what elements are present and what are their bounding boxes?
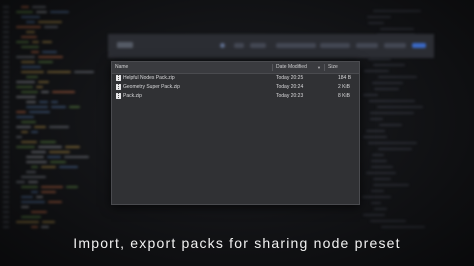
- file-name: Pack.zip: [123, 93, 142, 99]
- nav-forward-button[interactable]: [234, 43, 244, 48]
- path-segment[interactable]: [320, 43, 350, 48]
- file-list-panel: Name Date Modified ▼ Size Helpful Nodes …: [111, 61, 360, 205]
- path-segment[interactable]: [356, 43, 378, 48]
- window-title-placeholder: [117, 42, 133, 48]
- file-date: Today 20:24: [276, 84, 304, 90]
- sort-descending-icon: ▼: [317, 65, 321, 70]
- zip-file-icon: [116, 93, 121, 99]
- column-name-header[interactable]: Name: [115, 62, 128, 73]
- view-toggle[interactable]: [384, 43, 406, 48]
- file-size: 8 KiB: [338, 93, 350, 99]
- file-size: 184 B: [338, 75, 352, 81]
- file-date: Today 20:23: [276, 93, 304, 99]
- file-date: Today 20:25: [276, 75, 304, 81]
- column-size-header[interactable]: Size: [328, 62, 338, 73]
- toolbar-button[interactable]: [250, 43, 266, 48]
- file-row[interactable]: Geometry Super Pack.zip Today 20:24 2 Ki…: [112, 83, 359, 92]
- nav-back-icon[interactable]: [220, 43, 225, 48]
- zip-file-icon: [116, 75, 121, 81]
- zip-file-icon: [116, 84, 121, 90]
- file-name: Helpful Nodes Pack.zip: [123, 75, 175, 81]
- file-row[interactable]: Helpful Nodes Pack.zip Today 20:25 184 B: [112, 74, 359, 83]
- path-breadcrumb[interactable]: [276, 43, 316, 48]
- file-browser-toolbar: [108, 34, 434, 58]
- column-header: Name Date Modified ▼ Size: [112, 62, 359, 74]
- filter-button[interactable]: [412, 43, 426, 48]
- file-row[interactable]: Pack.zip Today 20:23 8 KiB: [112, 92, 359, 101]
- caption-text: Import, export packs for sharing node pr…: [73, 235, 401, 251]
- file-size: 2 KiB: [338, 84, 350, 90]
- file-name: Geometry Super Pack.zip: [123, 84, 180, 90]
- column-date-header[interactable]: Date Modified: [276, 62, 307, 73]
